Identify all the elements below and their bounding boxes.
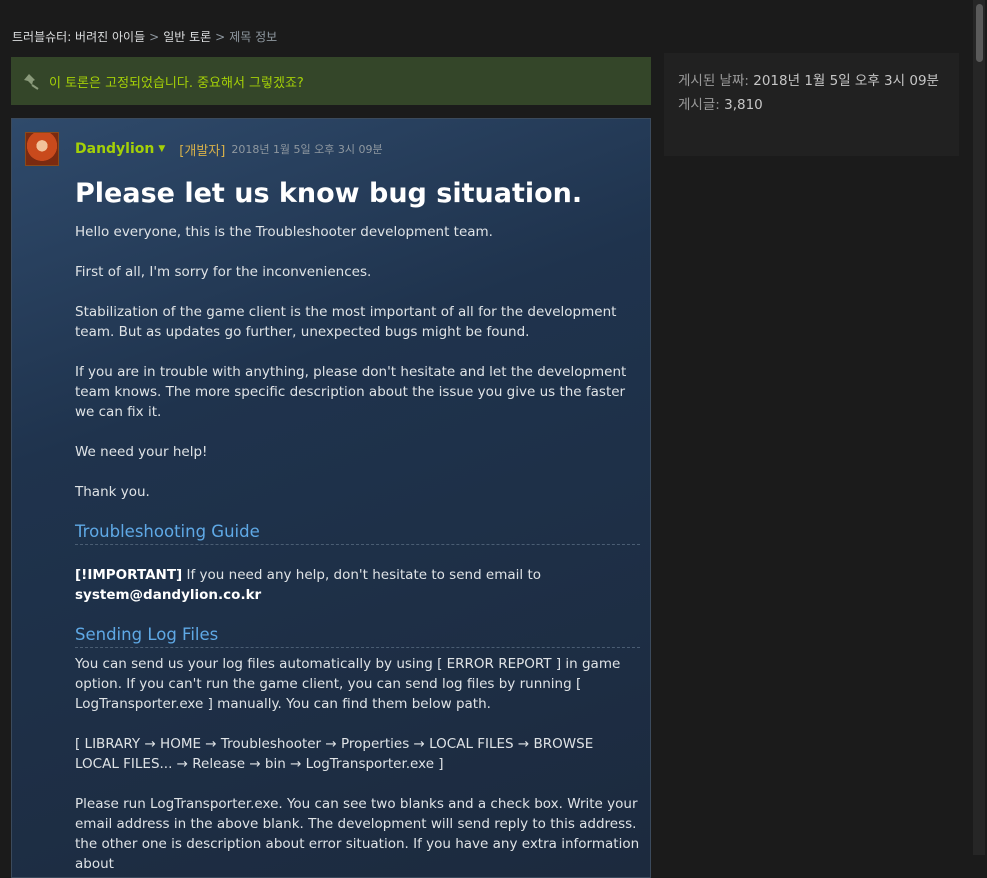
support-email: system@dandylion.co.kr <box>75 587 262 603</box>
breadcrumb-separator: > <box>215 30 226 44</box>
discussion-post: Dandylion ▼ [개발자] 2018년 1월 5일 오후 3시 09분 … <box>11 118 651 878</box>
post-count-value: 3,810 <box>724 97 763 113</box>
post-paragraph: Please run LogTransporter.exe. You can s… <box>75 796 640 872</box>
post-paragraph: Thank you. <box>75 484 150 500</box>
post-title: Please let us know bug situation. <box>75 178 583 209</box>
breadcrumb: 트러블슈터: 버려진 아이들 > 일반 토론 > 제목 정보 <box>12 28 277 45</box>
important-label: [!IMPORTANT] <box>75 567 183 583</box>
pinned-notice: 이 토론은 고정되었습니다. 중요해서 그렇겠죠? <box>11 57 651 105</box>
post-paragraph: [ LIBRARY → HOME → Troubleshooter → Prop… <box>75 736 594 772</box>
chevron-down-icon[interactable]: ▼ <box>158 144 165 154</box>
breadcrumb-current: 제목 정보 <box>229 30 278 44</box>
post-paragraph: Stabilization of the game client is the … <box>75 304 617 340</box>
breadcrumb-separator: > <box>149 30 160 44</box>
breadcrumb-game-link[interactable]: 트러블슈터: 버려진 아이들 <box>12 30 145 44</box>
scrollbar-thumb[interactable] <box>976 4 983 62</box>
developer-badge: [개발자] <box>179 143 226 159</box>
scrollbar-track[interactable] <box>973 0 985 855</box>
post-count-label: 게시글: <box>678 97 720 113</box>
post-paragraph: You can send us your log files automatic… <box>75 656 621 712</box>
post-paragraph: We need your help! <box>75 444 208 460</box>
post-count-row: 게시글: 3,810 <box>678 93 945 117</box>
post-date: 2018년 1월 5일 오후 3시 09분 <box>231 143 383 156</box>
posted-date-label: 게시된 날짜: <box>678 73 749 89</box>
post-info-panel: 게시된 날짜: 2018년 1월 5일 오후 3시 09분 게시글: 3,810 <box>664 53 959 156</box>
post-header: Dandylion ▼ [개발자] 2018년 1월 5일 오후 3시 09분 <box>25 132 383 166</box>
important-note: [!IMPORTANT] If you need any help, don't… <box>75 565 640 605</box>
breadcrumb-forum-link[interactable]: 일반 토론 <box>163 30 211 44</box>
section-heading-troubleshooting: Troubleshooting Guide <box>75 522 640 545</box>
posted-date-value: 2018년 1월 5일 오후 3시 09분 <box>753 73 939 89</box>
post-content: Please let us know bug situation. Hello … <box>75 174 640 877</box>
pinned-notice-text: 이 토론은 고정되었습니다. 중요해서 그렇겠죠? <box>49 75 304 91</box>
post-paragraph: First of all, I'm sorry for the inconven… <box>75 264 372 280</box>
pin-icon <box>24 74 39 90</box>
author-name-link[interactable]: Dandylion <box>75 141 154 157</box>
section-heading-log-files: Sending Log Files <box>75 625 640 648</box>
posted-date-row: 게시된 날짜: 2018년 1월 5일 오후 3시 09분 <box>678 69 945 93</box>
post-paragraph: Hello everyone, this is the Troubleshoot… <box>75 224 493 240</box>
author-avatar[interactable] <box>25 132 59 166</box>
post-paragraph: If you are in trouble with anything, ple… <box>75 364 627 420</box>
important-text: If you need any help, don't hesitate to … <box>182 567 542 583</box>
